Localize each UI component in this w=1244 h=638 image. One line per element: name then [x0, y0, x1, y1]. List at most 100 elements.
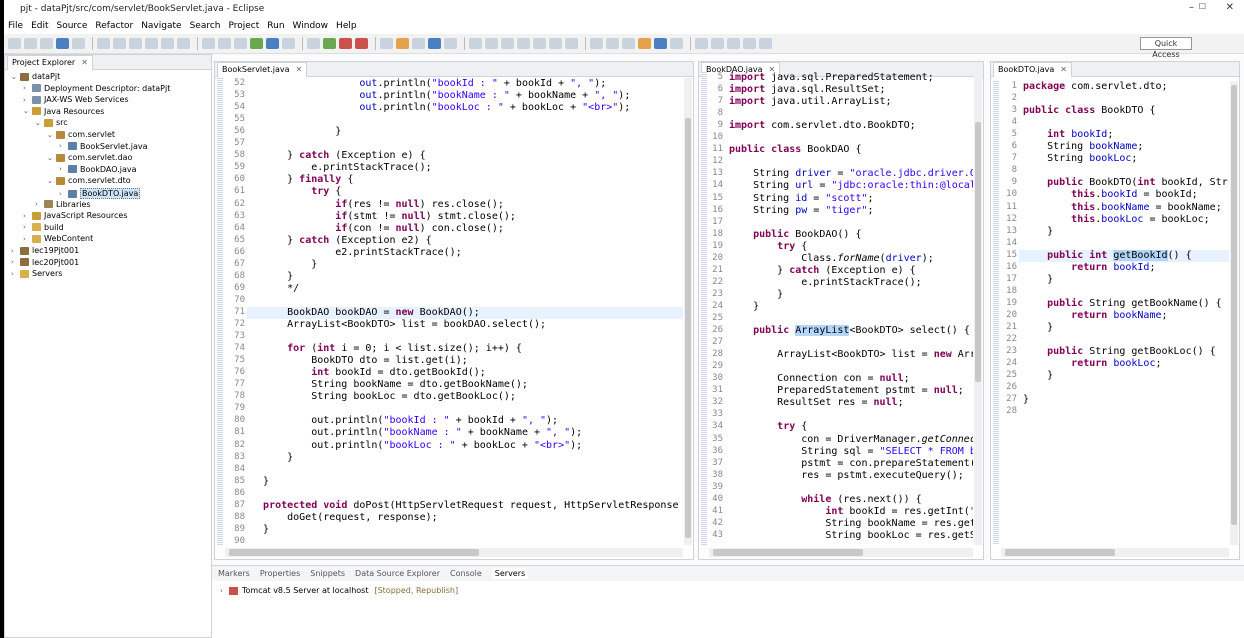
toolbar-tool-icon[interactable]	[307, 38, 320, 49]
menu-help[interactable]: Help	[336, 21, 357, 31]
toolbar-tool-icon[interactable]	[234, 38, 247, 49]
chevron-right-icon[interactable]: ›	[23, 223, 32, 231]
chevron-right-icon[interactable]: ›	[220, 587, 229, 595]
scroll-thumb[interactable]	[1231, 85, 1237, 525]
toolbar-tool-icon[interactable]	[161, 38, 174, 49]
tree-item[interactable]: › JavaScript Resources	[23, 211, 128, 220]
tree-item[interactable]: › Libraries	[35, 200, 91, 209]
tree-item[interactable]: › JAX-WS Web Services	[23, 95, 129, 104]
menu-window[interactable]: Window	[293, 21, 329, 31]
toolbar-tool-icon[interactable]	[250, 38, 263, 49]
minimize-button[interactable]: –	[1189, 2, 1194, 13]
toolbar-tool-icon[interactable]	[485, 38, 498, 49]
toolbar-tool-icon[interactable]	[396, 38, 409, 49]
quick-access-input[interactable]: Quick Access	[1140, 37, 1192, 59]
toolbar-tool-icon[interactable]	[606, 38, 619, 49]
tree-item[interactable]: › BookDAO.java	[59, 165, 137, 174]
toolbar-tool-icon[interactable]	[695, 38, 708, 49]
menu-navigate[interactable]: Navigate	[141, 21, 181, 31]
menu-file[interactable]: File	[8, 21, 23, 31]
tree-item[interactable]: › lec20Pjt001	[11, 258, 79, 267]
tree-item[interactable]: › BookDTO.java	[59, 188, 141, 199]
tree-item[interactable]: ⌄ dataPjt	[11, 72, 60, 81]
toolbar-tool-icon[interactable]	[759, 38, 772, 49]
chevron-right-icon[interactable]: ›	[11, 247, 20, 255]
tab-bookservlet[interactable]: BookServlet.java ✕	[217, 62, 308, 77]
tab-bookdto[interactable]: BookDTO.java ✕	[993, 62, 1072, 77]
toolbar-tool-icon[interactable]	[24, 38, 37, 49]
toolbar-tool-icon[interactable]	[501, 38, 514, 49]
toolbar-tool-icon[interactable]	[72, 38, 85, 49]
chevron-down-icon[interactable]: ⌄	[47, 154, 56, 162]
toolbar-tool-icon[interactable]	[727, 38, 740, 49]
menu-project[interactable]: Project	[228, 21, 259, 31]
tree-item[interactable]: › WebContent	[23, 234, 93, 243]
tab-servers[interactable]: Servers	[491, 568, 529, 579]
toolbar-tool-icon[interactable]	[590, 38, 603, 49]
toolbar-tool-icon[interactable]	[654, 38, 667, 49]
tree-item[interactable]: › Servers	[11, 269, 62, 278]
toolbar-tool-icon[interactable]	[428, 38, 441, 49]
scroll-thumb[interactable]	[975, 122, 981, 382]
toolbar-tool-icon[interactable]	[202, 38, 215, 49]
toolbar-tool-icon[interactable]	[129, 38, 142, 49]
toolbar-tool-icon[interactable]	[266, 38, 279, 49]
vertical-scrollbar[interactable]	[1230, 81, 1238, 545]
code-area[interactable]: 5 import java.sql.PreparedStatement; 6 impo…	[699, 72, 973, 545]
toolbar-tool-icon[interactable]	[113, 38, 126, 49]
tree-item[interactable]: ⌄ com.servlet	[47, 130, 115, 139]
horizontal-scrollbar[interactable]	[709, 548, 973, 557]
server-row[interactable]: › Tomcat v8.5 Server at localhost [Stopp…	[220, 586, 458, 595]
toolbar-tool-icon[interactable]	[565, 38, 578, 49]
scroll-thumb[interactable]	[713, 549, 863, 556]
chevron-down-icon[interactable]: ⌄	[47, 177, 56, 185]
tab-markers[interactable]: Markers	[218, 569, 250, 578]
toolbar-tool-icon[interactable]	[323, 38, 336, 49]
chevron-right-icon[interactable]: ›	[23, 212, 32, 220]
toolbar-tool-icon[interactable]	[8, 38, 21, 49]
tab-data-source-explorer[interactable]: Data Source Explorer	[355, 569, 440, 578]
toolbar-tool-icon[interactable]	[380, 38, 393, 49]
menu-refactor[interactable]: Refactor	[95, 21, 133, 31]
chevron-right-icon[interactable]: ›	[23, 235, 32, 243]
vertical-scrollbar[interactable]	[974, 72, 982, 545]
chevron-down-icon[interactable]: ⌄	[47, 131, 56, 139]
toolbar-tool-icon[interactable]	[711, 38, 724, 49]
toolbar-tool-icon[interactable]	[469, 38, 482, 49]
toolbar-tool-icon[interactable]	[412, 38, 425, 49]
chevron-down-icon[interactable]: ⌄	[35, 119, 44, 127]
chevron-right-icon[interactable]: ›	[59, 142, 68, 150]
toolbar-tool-icon[interactable]	[40, 38, 53, 49]
tab-project-explorer[interactable]: Project Explorer ✕	[7, 55, 93, 70]
tree-item[interactable]: › Deployment Descriptor: dataPjt	[23, 84, 170, 93]
tab-snippets[interactable]: Snippets	[310, 569, 345, 578]
toolbar-tool-icon[interactable]	[97, 38, 110, 49]
tree-item[interactable]: ⌄ Java Resources	[23, 107, 104, 116]
tree-item[interactable]: › lec19Pjt001	[11, 246, 79, 255]
toolbar-tool-icon[interactable]	[339, 38, 352, 49]
scroll-thumb[interactable]	[685, 118, 691, 538]
toolbar-tool-icon[interactable]	[56, 38, 69, 49]
code-area[interactable]: 52 out.println("bookId : " + bookId + ",…	[215, 78, 683, 545]
tree-item[interactable]: › build	[23, 223, 64, 232]
toolbar-tool-icon[interactable]	[549, 38, 562, 49]
code-area[interactable]: 1 package com.servlet.dto; 2 3 public class …	[991, 81, 1229, 545]
scroll-thumb[interactable]	[1005, 549, 1115, 556]
toolbar-tool-icon[interactable]	[533, 38, 546, 49]
toolbar-tool-icon[interactable]	[743, 38, 756, 49]
maximize-button[interactable]: ☐	[1199, 2, 1206, 11]
toolbar-tool-icon[interactable]	[282, 38, 295, 49]
tab-properties[interactable]: Properties	[260, 569, 300, 578]
chevron-right-icon[interactable]: ›	[35, 200, 44, 208]
horizontal-scrollbar[interactable]	[1001, 548, 1229, 557]
close-icon[interactable]: ✕	[1060, 65, 1067, 74]
horizontal-scrollbar[interactable]	[225, 548, 683, 557]
toolbar-tool-icon[interactable]	[517, 38, 530, 49]
toolbar-tool-icon[interactable]	[355, 38, 368, 49]
toolbar-tool-icon[interactable]	[638, 38, 651, 49]
tab-console[interactable]: Console	[450, 569, 482, 578]
chevron-down-icon[interactable]: ⌄	[11, 73, 20, 81]
toolbar-tool-icon[interactable]	[218, 38, 231, 49]
menu-edit[interactable]: Edit	[31, 21, 48, 31]
chevron-right-icon[interactable]: ›	[11, 258, 20, 266]
